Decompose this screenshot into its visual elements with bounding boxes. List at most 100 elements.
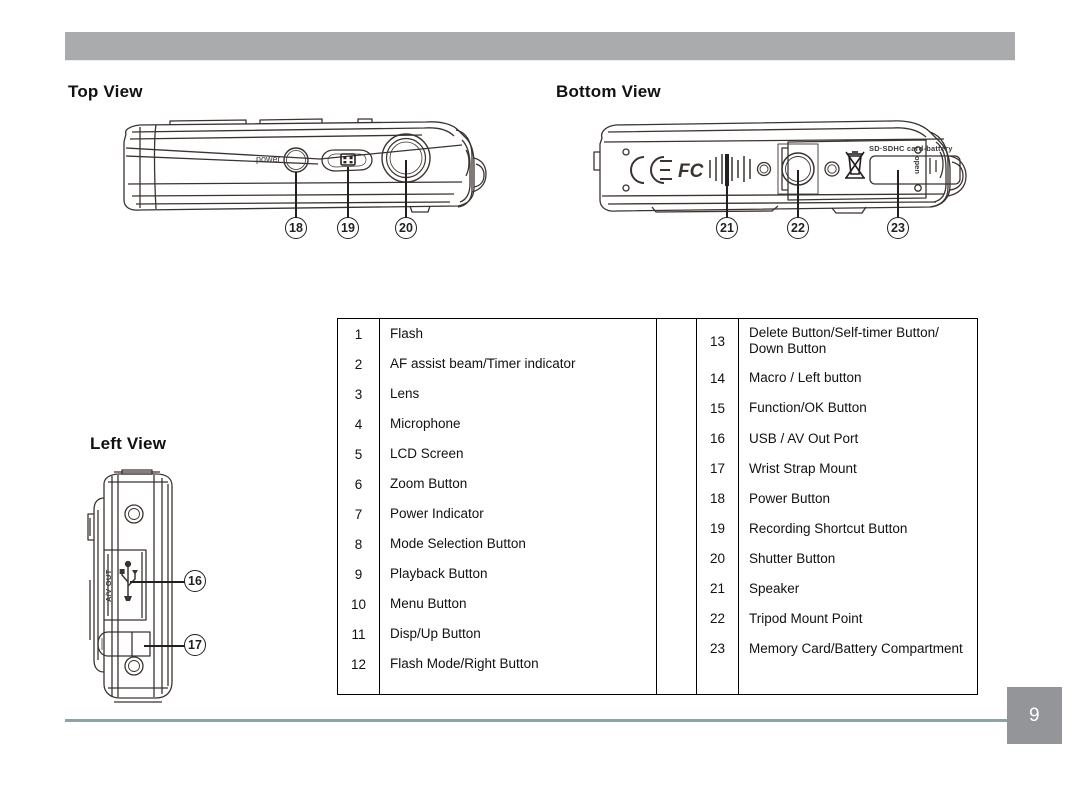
legend-row-label: Wrist Strap Mount (738, 453, 977, 484)
legend-row-number: 13 (709, 333, 726, 349)
legend-row-label: Playback Button (379, 559, 656, 589)
legend-row-label: Menu Button (379, 589, 656, 619)
legend-row-number: 4 (354, 416, 363, 432)
speaker-grille (709, 154, 751, 184)
legend-row-label: Speaker (738, 573, 977, 604)
legend-spacer-column (656, 319, 696, 694)
legend-row-number: 9 (354, 566, 363, 582)
legend-row-number: 21 (709, 581, 726, 597)
legend-row: 20 Shutter Button (697, 543, 977, 574)
legend-row: 7 Power Indicator (338, 499, 656, 529)
legend-row-number: 1 (354, 326, 363, 342)
legend-row-label: Function/OK Button (738, 393, 977, 424)
bottom-view-figure: FC SD·SDHC card-battery open 21 22 23 (592, 112, 982, 247)
legend-row-number: 10 (350, 596, 367, 612)
legend-row-label: Recording Shortcut Button (738, 513, 977, 544)
left-view-title: Left View (90, 434, 167, 453)
callout-16: 16 (184, 570, 206, 592)
legend-row: 8 Mode Selection Button (338, 529, 656, 559)
legend-row: 18 Power Button (697, 483, 977, 514)
legend-row-label: Flash (379, 319, 656, 349)
legend-row-label: AF assist beam/Timer indicator (379, 349, 656, 379)
legend-row-label: Power Button (738, 483, 977, 514)
legend-row: 14 Macro / Left button (697, 363, 977, 394)
legend-left-column: 1 Flash 2 AF assist beam/Timer indicator 3 Le… (338, 319, 656, 694)
callout-20: 20 (395, 217, 417, 239)
legend-row-number: 8 (354, 536, 363, 552)
legend-row-label: Power Indicator (379, 499, 656, 529)
top-view-title: Top View (68, 82, 143, 101)
legend-spacer-cell (657, 319, 696, 694)
legend-row-number: 19 (709, 521, 726, 536)
legend-row-label: Mode Selection Button (379, 529, 656, 559)
leader-line (797, 170, 799, 218)
legend-row: 13 Delete Button/Self-timer Button/ Down … (697, 319, 977, 364)
legend-row-number: 14 (709, 370, 726, 386)
left-view-figure: A/V OUT 16 17 (78, 469, 208, 710)
legend-row-number: 11 (351, 626, 366, 642)
legend-row-label: USB / AV Out Port (738, 423, 977, 454)
legend-row-number: 20 (709, 551, 726, 567)
legend-row-number: 15 (709, 400, 726, 416)
top-view-figure: power 18 19 20 (110, 112, 490, 247)
sd-card-battery-label: SD·SDHC card-battery (869, 144, 953, 153)
callout-22: 22 (787, 217, 809, 239)
callout-17: 17 (184, 634, 206, 656)
legend-row: 17 Wrist Strap Mount (697, 453, 977, 484)
bottom-view-title: Bottom View (556, 82, 661, 101)
legend-filler (697, 663, 977, 694)
legend-row: 2 AF assist beam/Timer indicator (338, 349, 656, 379)
page-header-bar (65, 32, 1015, 60)
legend-row-label: Memory Card/Battery Compartment (738, 633, 977, 664)
legend-filler-label (379, 679, 656, 694)
open-label: open (913, 156, 922, 174)
legend-row: 9 Playback Button (338, 559, 656, 589)
legend-row: 21 Speaker (697, 573, 977, 604)
callout-18: 18 (285, 217, 307, 239)
leader-line (130, 581, 188, 583)
legend-filler (338, 679, 656, 694)
legend-row-label: Tripod Mount Point (738, 603, 977, 634)
legend-row-number: 5 (354, 446, 363, 462)
av-out-label: A/V OUT (104, 569, 113, 602)
weee-bin-icon (845, 151, 865, 179)
svg-text:FC: FC (678, 161, 704, 182)
page-number-badge: 9 (1007, 687, 1062, 744)
parts-legend-table: 1 Flash 2 AF assist beam/Timer indicator 3 Le… (337, 318, 978, 695)
legend-row-number: 22 (709, 611, 726, 627)
legend-row: 3 Lens (338, 379, 656, 409)
legend-row-label: Microphone (379, 409, 656, 439)
legend-right-column: 13 Delete Button/Self-timer Button/ Down … (696, 319, 977, 694)
legend-row-number: 16 (709, 430, 726, 446)
legend-row: 1 Flash (338, 319, 656, 349)
legend-row-number: 12 (350, 656, 367, 672)
leader-line (897, 170, 899, 218)
legend-filler-number (697, 664, 738, 694)
legend-row-label: Macro / Left button (738, 363, 977, 394)
legend-row-number: 2 (354, 356, 363, 372)
legend-row: 16 USB / AV Out Port (697, 423, 977, 454)
leader-line (347, 167, 349, 218)
legend-row-number: 17 (709, 460, 726, 476)
legend-row: 12 Flash Mode/Right Button (338, 649, 656, 679)
legend-row-number: 6 (354, 476, 363, 492)
legend-row: 11 Disp/Up Button (338, 619, 656, 649)
legend-row: 22 Tripod Mount Point (697, 603, 977, 634)
legend-row: 10 Menu Button (338, 589, 656, 619)
legend-row-number: 3 (354, 386, 363, 402)
leader-line (726, 172, 728, 218)
certification-marks (630, 156, 672, 184)
legend-row: 5 LCD Screen (338, 439, 656, 469)
legend-filler-number (338, 679, 379, 694)
legend-row-label: Lens (379, 379, 656, 409)
callout-21: 21 (716, 217, 738, 239)
legend-row: 4 Microphone (338, 409, 656, 439)
legend-row-label: Flash Mode/Right Button (379, 649, 656, 679)
leader-line (295, 172, 297, 218)
page-footer-rule (65, 719, 1015, 722)
leader-line (144, 645, 188, 647)
legend-row-label: LCD Screen (379, 439, 656, 469)
power-label: power (256, 154, 281, 164)
legend-row-number: 23 (709, 641, 726, 657)
legend-row-label: Zoom Button (379, 469, 656, 499)
